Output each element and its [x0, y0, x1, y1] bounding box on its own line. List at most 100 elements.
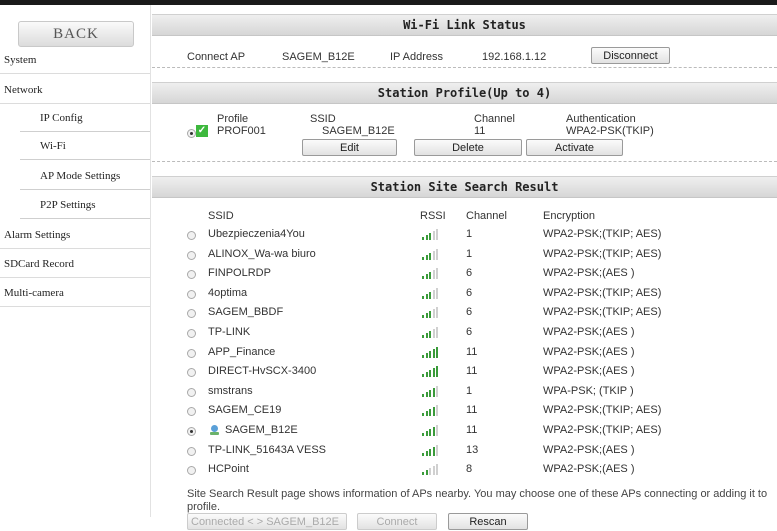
- connect-ap-value: SAGEM_B12E: [282, 51, 355, 63]
- sidebar-item-ip-config[interactable]: IP Config: [20, 104, 150, 132]
- site-ssid: DIRECT-HvSCX-3400: [208, 365, 317, 377]
- search-encryption-col-header: Encryption: [543, 210, 595, 222]
- signal-strength-icon: [422, 268, 440, 279]
- divider: [152, 161, 777, 162]
- site-channel: 11: [466, 404, 478, 416]
- sidebar-item-p2p-settings[interactable]: P2P Settings: [20, 191, 150, 219]
- signal-strength-icon: [422, 366, 440, 377]
- signal-strength-icon: [422, 445, 440, 456]
- site-ssid: HCPoint: [208, 463, 249, 475]
- site-radio[interactable]: [187, 407, 196, 416]
- signal-strength-icon: [422, 464, 440, 475]
- site-ssid: Ubezpieczenia4You: [208, 228, 305, 240]
- station-profile-header: Station Profile(Up to 4): [152, 82, 777, 104]
- profile-col-header: Profile: [217, 113, 249, 125]
- profile-auth: WPA2-PSK(TKIP): [566, 125, 654, 137]
- site-radio[interactable]: [187, 447, 196, 456]
- site-encryption: WPA2-PSK;(TKIP; AES): [543, 404, 662, 416]
- connect-ap-label: Connect AP: [187, 51, 246, 63]
- site-encryption: WPA2-PSK;(AES ): [543, 267, 635, 279]
- site-search-header: Station Site Search Result: [152, 176, 777, 198]
- site-channel: 6: [466, 326, 473, 338]
- site-encryption: WPA2-PSK;(TKIP; AES): [543, 306, 662, 318]
- site-channel: 11: [466, 365, 478, 377]
- site-ssid: TP-LINK_51643A VESS: [208, 444, 327, 456]
- site-ssid: TP-LINK: [208, 326, 251, 338]
- profile-name: PROF001: [217, 125, 266, 137]
- site-radio[interactable]: [187, 329, 196, 338]
- site-ssid: ALINOX_Wa-wa biuro: [208, 248, 316, 260]
- site-encryption: WPA2-PSK;(TKIP; AES): [543, 248, 662, 260]
- site-channel: 1: [466, 248, 473, 260]
- sidebar-item-ap-mode-settings[interactable]: AP Mode Settings: [20, 162, 150, 190]
- sidebar-item-network[interactable]: Network: [0, 76, 150, 104]
- site-channel: 6: [466, 267, 473, 279]
- profile-ssid: SAGEM_B12E: [322, 125, 395, 137]
- site-radio[interactable]: [187, 231, 196, 240]
- site-channel: 1: [466, 385, 473, 397]
- checkmark-icon: ✓: [196, 125, 208, 137]
- site-encryption: WPA2-PSK;(AES ): [543, 346, 635, 358]
- site-radio[interactable]: [187, 368, 196, 377]
- sidebar-item-wifi[interactable]: Wi-Fi: [20, 132, 150, 160]
- site-radio[interactable]: [187, 270, 196, 279]
- profile-radio[interactable]: [187, 129, 196, 138]
- site-radio[interactable]: [187, 388, 196, 397]
- site-encryption: WPA2-PSK;(TKIP; AES): [543, 228, 662, 240]
- network-user-icon: [208, 424, 221, 437]
- signal-strength-icon: [422, 288, 440, 299]
- activate-button[interactable]: Activate: [526, 139, 623, 156]
- site-encryption: WPA-PSK; (TKIP ): [543, 385, 634, 397]
- site-channel: 1: [466, 228, 473, 240]
- delete-button[interactable]: Delete: [414, 139, 522, 156]
- site-radio[interactable]: [187, 290, 196, 299]
- signal-strength-icon: [422, 327, 440, 338]
- site-encryption: WPA2-PSK;(AES ): [543, 463, 635, 475]
- site-ssid: SAGEM_BBDF: [208, 306, 284, 318]
- site-encryption: WPA2-PSK;(AES ): [543, 365, 635, 377]
- sidebar-item-system[interactable]: System: [0, 46, 150, 74]
- site-search-note: Site Search Result page shows informatio…: [187, 488, 768, 513]
- link-status-header: Wi-Fi Link Status: [152, 14, 777, 36]
- auth-col-header: Authentication: [566, 113, 636, 125]
- site-channel: 13: [466, 444, 479, 456]
- rescan-button[interactable]: Rescan: [448, 513, 528, 530]
- signal-strength-icon: [422, 347, 440, 358]
- divider: [152, 67, 777, 68]
- site-channel: 11: [466, 346, 478, 358]
- connected-status-field: Connected < > SAGEM_B12E: [187, 513, 347, 530]
- site-radio[interactable]: [187, 309, 196, 318]
- site-encryption: WPA2-PSK;(TKIP; AES): [543, 424, 662, 436]
- site-channel: 6: [466, 306, 473, 318]
- search-channel-col-header: Channel: [466, 210, 507, 222]
- signal-strength-icon: [422, 229, 440, 240]
- disconnect-button[interactable]: Disconnect: [591, 47, 670, 64]
- signal-strength-icon: [422, 425, 440, 436]
- site-ssid: 4optima: [208, 287, 248, 299]
- site-encryption: WPA2-PSK;(AES ): [543, 444, 635, 456]
- search-rssi-col-header: RSSI: [420, 210, 446, 222]
- site-encryption: WPA2-PSK;(AES ): [543, 326, 635, 338]
- site-channel: 8: [466, 463, 473, 475]
- ssid-col-header: SSID: [310, 113, 336, 125]
- search-ssid-col-header: SSID: [208, 210, 234, 222]
- signal-strength-icon: [422, 249, 440, 260]
- site-radio[interactable]: [187, 427, 196, 436]
- edit-button[interactable]: Edit: [302, 139, 397, 156]
- back-button[interactable]: BACK: [18, 21, 134, 47]
- site-radio[interactable]: [187, 251, 196, 260]
- site-ssid: smstrans: [208, 385, 253, 397]
- sidebar-item-sdcard-record[interactable]: SDCard Record: [0, 250, 150, 278]
- site-channel: 6: [466, 287, 473, 299]
- site-radio[interactable]: [187, 466, 196, 475]
- site-ssid: FINPOLRDP: [208, 267, 271, 279]
- site-radio[interactable]: [187, 349, 196, 358]
- site-encryption: WPA2-PSK;(TKIP; AES): [543, 287, 662, 299]
- site-channel: 11: [466, 424, 478, 436]
- channel-col-header: Channel: [474, 113, 515, 125]
- sidebar-item-multi-camera[interactable]: Multi-camera: [0, 279, 150, 307]
- signal-strength-icon: [422, 307, 440, 318]
- sidebar-item-alarm-settings[interactable]: Alarm Settings: [0, 221, 150, 249]
- connect-button[interactable]: Connect: [357, 513, 437, 530]
- site-ssid: SAGEM_CE19: [208, 404, 282, 416]
